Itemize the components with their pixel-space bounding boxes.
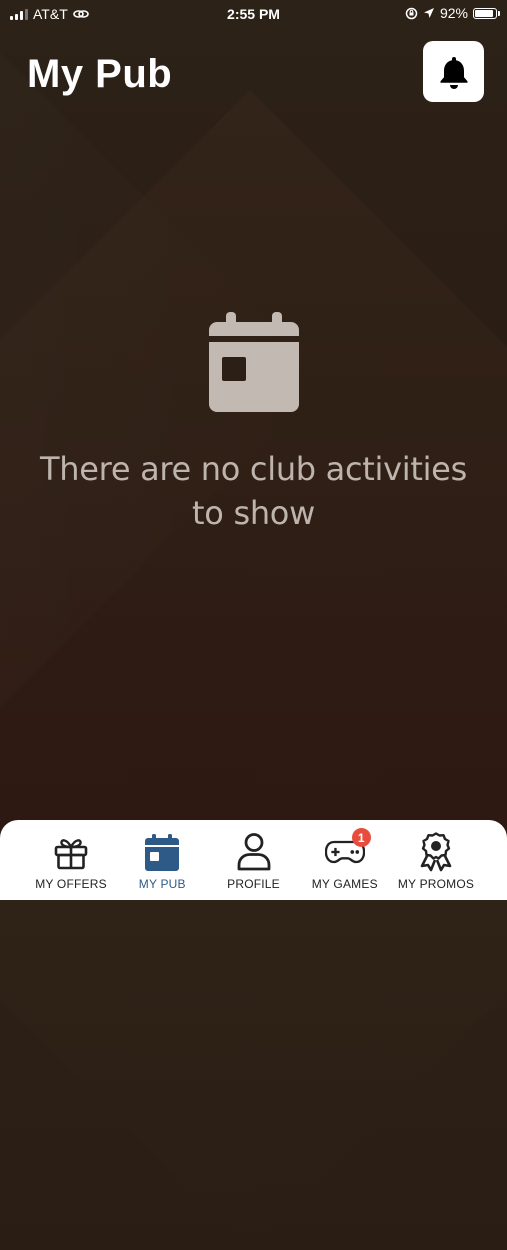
tab-profile[interactable]: PROFILE xyxy=(211,820,297,900)
notifications-button[interactable] xyxy=(423,41,484,102)
tab-my-pub[interactable]: MY PUB xyxy=(119,820,205,900)
empty-state: There are no club activities to show xyxy=(0,310,507,535)
battery-icon xyxy=(473,7,500,19)
tab-label: MY PROMOS xyxy=(397,877,475,891)
tab-label: MY OFFERS xyxy=(35,877,107,891)
tab-label: PROFILE xyxy=(227,877,280,891)
page-title: My Pub xyxy=(27,52,173,96)
rotation-lock-icon xyxy=(405,7,418,19)
tab-label: MY PUB xyxy=(138,877,186,891)
location-arrow-icon xyxy=(423,8,434,18)
tab-label: MY GAMES xyxy=(311,877,378,891)
calendar-icon xyxy=(145,834,180,871)
award-icon xyxy=(420,832,452,872)
tab-bar: MY OFFERS MY PUB PROFILE 1 MY GAMES MY P… xyxy=(0,820,507,900)
gift-icon xyxy=(54,839,88,870)
person-icon xyxy=(237,833,270,871)
empty-message: There are no club activities to show xyxy=(40,450,467,532)
battery-percent: 92% xyxy=(439,5,468,21)
notification-badge: 1 xyxy=(351,828,371,847)
background-shape xyxy=(0,90,507,1250)
tab-my-games[interactable]: 1 MY GAMES xyxy=(302,820,388,900)
status-bar: AT&T 2:55 PM 92% xyxy=(0,0,507,30)
tab-my-promos[interactable]: MY PROMOS xyxy=(393,820,479,900)
bell-icon xyxy=(440,56,467,89)
calendar-icon xyxy=(208,312,299,412)
status-right: 92% xyxy=(405,5,500,21)
tab-my-offers[interactable]: MY OFFERS xyxy=(28,820,114,900)
